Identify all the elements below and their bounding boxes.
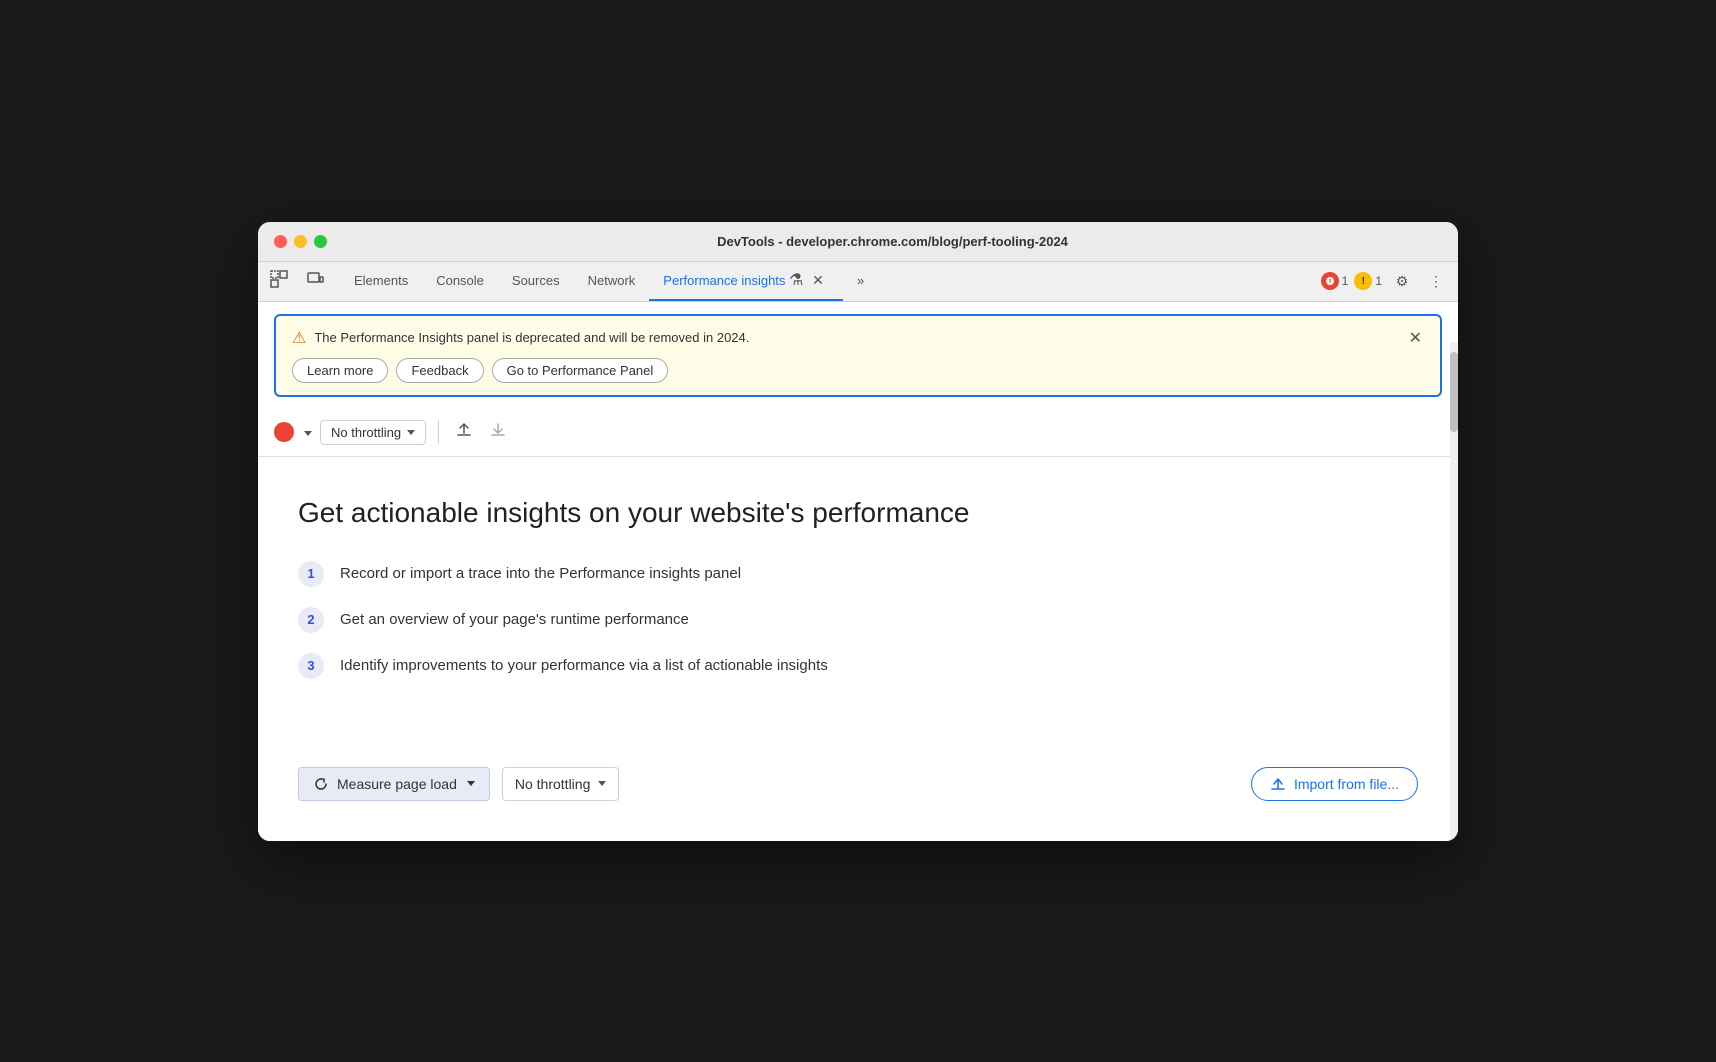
tab-close-icon[interactable]: ✕ — [807, 269, 829, 291]
banner-close-button[interactable]: ✕ — [1403, 326, 1428, 350]
banner-buttons: Learn more Feedback Go to Performance Pa… — [292, 358, 749, 383]
traffic-lights — [274, 235, 327, 248]
tab-icons — [266, 266, 328, 297]
tab-console[interactable]: Console — [422, 261, 498, 301]
main-content: Get actionable insights on your website'… — [258, 457, 1458, 767]
step-text-2: Get an overview of your page's runtime p… — [340, 611, 689, 628]
download-icon[interactable] — [485, 417, 511, 448]
toolbar-separator — [438, 420, 439, 444]
upload-icon[interactable] — [451, 417, 477, 448]
tab-more[interactable]: » — [843, 261, 878, 301]
banner-message: The Performance Insights panel is deprec… — [314, 330, 749, 345]
learn-more-button[interactable]: Learn more — [292, 358, 388, 383]
devtools-window: DevTools - developer.chrome.com/blog/per… — [258, 222, 1458, 841]
more-options-icon[interactable]: ⋮ — [1422, 267, 1450, 295]
panel-content: ⚠ The Performance Insights panel is depr… — [258, 302, 1458, 841]
step-item-1: 1 Record or import a trace into the Perf… — [298, 561, 1418, 587]
tab-performance-insights[interactable]: Performance insights ⚗ ✕ — [649, 261, 843, 301]
title-bar: DevTools - developer.chrome.com/blog/per… — [258, 222, 1458, 262]
step-number-3: 3 — [298, 653, 324, 679]
import-from-file-button[interactable]: Import from file... — [1251, 767, 1418, 801]
devtools-body: Elements Console Sources Network Perform… — [258, 262, 1458, 841]
bottom-throttling-chevron-icon — [598, 781, 606, 786]
step-item-2: 2 Get an overview of your page's runtime… — [298, 607, 1418, 633]
step-text-1: Record or import a trace into the Perfor… — [340, 565, 741, 582]
window-title: DevTools - developer.chrome.com/blog/per… — [343, 234, 1442, 249]
throttling-dropdown[interactable]: No throttling — [320, 420, 426, 445]
performance-insights-icon: ⚗ — [789, 270, 803, 290]
tab-network[interactable]: Network — [574, 261, 650, 301]
maximize-button[interactable] — [314, 235, 327, 248]
device-toggle-icon[interactable] — [302, 266, 328, 297]
step-item-3: 3 Identify improvements to your performa… — [298, 653, 1418, 679]
steps-list: 1 Record or import a trace into the Perf… — [298, 561, 1418, 679]
tab-bar: Elements Console Sources Network Perform… — [258, 262, 1458, 302]
tab-actions: 1 ! 1 ⚙ ⋮ — [1321, 267, 1450, 295]
step-number-1: 1 — [298, 561, 324, 587]
scrollbar-thumb[interactable] — [1450, 352, 1458, 432]
settings-icon[interactable]: ⚙ — [1388, 267, 1416, 295]
error-badge-wrapper[interactable]: 1 — [1321, 272, 1349, 290]
inspect-icon[interactable] — [266, 266, 292, 297]
measure-chevron-icon — [467, 781, 475, 786]
tab-elements[interactable]: Elements — [340, 261, 422, 301]
step-text-3: Identify improvements to your performanc… — [340, 657, 828, 674]
deprecation-banner: ⚠ The Performance Insights panel is depr… — [274, 314, 1442, 397]
banner-content: ⚠ The Performance Insights panel is depr… — [292, 328, 749, 383]
panel-wrapper: ⚠ The Performance Insights panel is depr… — [258, 302, 1458, 841]
recording-toolbar: No throttling — [258, 409, 1458, 457]
warning-badge-wrapper[interactable]: ! 1 — [1354, 272, 1382, 290]
warning-badge: ! — [1354, 272, 1372, 290]
scrollbar-track[interactable] — [1450, 342, 1458, 841]
close-button[interactable] — [274, 235, 287, 248]
go-to-performance-button[interactable]: Go to Performance Panel — [492, 358, 669, 383]
record-dropdown-arrow[interactable] — [302, 423, 312, 441]
feedback-button[interactable]: Feedback — [396, 358, 483, 383]
bottom-throttling-dropdown[interactable]: No throttling — [502, 767, 619, 801]
throttling-chevron-icon — [407, 430, 415, 435]
step-number-2: 2 — [298, 607, 324, 633]
main-heading: Get actionable insights on your website'… — [298, 497, 1418, 529]
record-button[interactable] — [274, 422, 294, 442]
chevron-right-icon: » — [857, 273, 864, 288]
minimize-button[interactable] — [294, 235, 307, 248]
warning-triangle-icon: ⚠ — [292, 328, 306, 348]
error-badge — [1321, 272, 1339, 290]
tab-sources[interactable]: Sources — [498, 261, 574, 301]
bottom-toolbar: Measure page load No throttling Import f… — [258, 767, 1458, 841]
banner-text-row: ⚠ The Performance Insights panel is depr… — [292, 328, 749, 348]
measure-page-load-button[interactable]: Measure page load — [298, 767, 490, 801]
